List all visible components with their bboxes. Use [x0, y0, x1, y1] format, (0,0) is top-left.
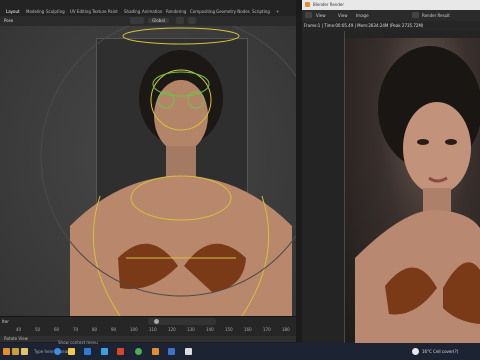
unity-icon[interactable]	[185, 348, 192, 355]
menu-view[interactable]: View	[316, 13, 326, 18]
start-icon[interactable]	[3, 348, 10, 355]
explorer-icon[interactable]	[68, 348, 75, 355]
timeline-tick-label: 40	[16, 327, 22, 332]
viewport-header: Pose Global	[0, 16, 296, 26]
workspace-tab[interactable]: +	[276, 9, 279, 14]
render-window-titlebar: Blender Render	[302, 0, 480, 10]
proportional-edit-icon[interactable]	[188, 17, 196, 24]
3d-viewport[interactable]	[0, 26, 296, 316]
render-result-image	[345, 38, 480, 343]
render-toolbar: View View Image Render Result	[302, 10, 480, 21]
render-window-title: Blender Render	[313, 2, 345, 7]
office-icon[interactable]	[117, 348, 124, 355]
frame-label: Iter	[2, 319, 9, 324]
word-icon[interactable]	[168, 348, 175, 355]
image-slot-icon[interactable]	[412, 12, 419, 18]
render-image-area[interactable]	[302, 31, 480, 343]
timeline-tick-label: 160	[244, 327, 252, 332]
timeline-ruler: 40 50 60 70 80 90 100 110 120 130 140 150 160 170 180	[0, 327, 296, 335]
workspace-tab[interactable]: Rendering	[166, 9, 186, 14]
render-portrait	[355, 46, 480, 343]
transform-orientation[interactable]: Global	[148, 18, 169, 23]
timeline[interactable]: Iter 40 50 60 70 80 90 100 110 120 130 140 150 160 17…	[0, 316, 296, 342]
timeline-tick-label: 90	[111, 327, 117, 332]
character-preview	[40, 26, 296, 316]
timeline-tick-label: 180	[282, 327, 290, 332]
workspace-tab[interactable]: UV Editing	[70, 9, 91, 14]
timeline-tick-label: 110	[149, 327, 157, 332]
files-icon[interactable]	[12, 348, 19, 355]
context-menu-label: Show context menu	[58, 340, 98, 345]
workspace-tab[interactable]: Sculpting	[46, 9, 65, 14]
menu-image[interactable]: Image	[356, 13, 369, 18]
workspace-tab[interactable]: Animation	[142, 9, 162, 14]
render-stats: Frame:1 | Time:00:05.49 | Mem:2634.24M (…	[304, 23, 424, 28]
timeline-tick-label: 50	[35, 327, 41, 332]
workspace-tab[interactable]: Texture Paint	[92, 9, 118, 14]
timeline-tick-label: 70	[73, 327, 79, 332]
timeline-tick-label: 130	[187, 327, 195, 332]
snap-icon[interactable]	[176, 17, 184, 24]
menu-view-2[interactable]: View	[338, 13, 348, 18]
render-status-bar: Frame:1 | Time:00:05.49 | Mem:2634.24M (…	[302, 21, 480, 31]
workspace-tab-bar: Layout Modeling Sculpting UV Editing Texture…	[0, 0, 296, 17]
timeline-tick-label: 170	[263, 327, 271, 332]
timeline-scrollbar[interactable]	[0, 336, 296, 342]
folder-icon[interactable]	[21, 348, 28, 355]
orientation-icon[interactable]	[130, 17, 144, 24]
chrome-icon[interactable]	[135, 348, 142, 355]
timeline-tick-label: 60	[54, 327, 60, 332]
edge-icon[interactable]	[54, 348, 61, 355]
os-taskbar: Type here to search Show context menu 16…	[0, 340, 480, 360]
workspace-tab[interactable]: Scripting	[252, 9, 270, 14]
mail-icon[interactable]	[84, 348, 91, 355]
status-text: Rotate View	[4, 336, 28, 341]
torso-shape	[70, 176, 292, 316]
timeline-tick-label: 150	[225, 327, 233, 332]
editor-type-icon[interactable]	[305, 12, 312, 18]
timeline-tick-label: 100	[130, 327, 138, 332]
store-icon[interactable]	[101, 348, 108, 355]
mode-selector[interactable]: Pose	[4, 18, 13, 23]
blender-logo-icon	[305, 2, 310, 7]
workspace-tab[interactable]: Modeling	[26, 9, 44, 14]
face-shape	[154, 80, 208, 152]
timeline-tick-label: 120	[168, 327, 176, 332]
timeline-tick-label: 140	[206, 327, 214, 332]
timeline-tick-label: 80	[92, 327, 98, 332]
weather-text: 16°C Cell cover(?)	[422, 349, 459, 354]
play-icon[interactable]	[154, 319, 159, 324]
render-slot[interactable]: Render Result	[422, 13, 450, 18]
workspace-tab[interactable]: Compositing	[190, 9, 215, 14]
weather-icon[interactable]	[412, 348, 419, 355]
workspace-tab[interactable]: Shading	[124, 9, 140, 14]
workspace-tab[interactable]: Geometry Nodes	[216, 9, 250, 14]
blender-icon[interactable]	[152, 348, 159, 355]
workspace-tab[interactable]: Layout	[6, 9, 20, 14]
